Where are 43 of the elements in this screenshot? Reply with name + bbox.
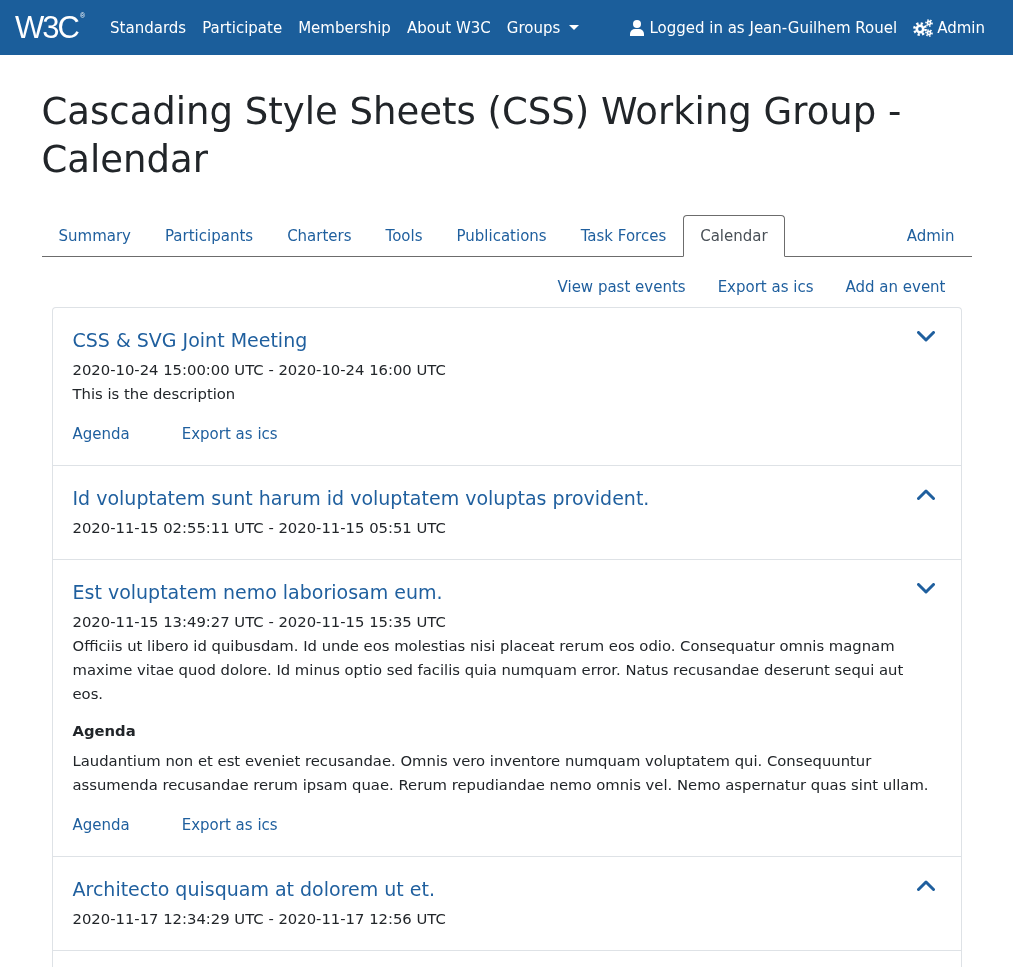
event-link[interactable]: Export as ics bbox=[181, 813, 278, 837]
tab[interactable]: Tools bbox=[368, 215, 440, 257]
tab[interactable]: Summary bbox=[41, 215, 148, 257]
user-link[interactable]: Logged in as Jean-Guilhem Rouel bbox=[622, 7, 906, 48]
chevron-up-icon[interactable] bbox=[916, 489, 935, 500]
event-time: 2020-11-17 12:34:29 UTC - 2020-11-17 12:56 UTC bbox=[72, 909, 447, 929]
nav-link[interactable]: Standards bbox=[102, 7, 195, 48]
chevron-down-icon[interactable] bbox=[916, 331, 935, 342]
event-link[interactable]: Agenda bbox=[72, 422, 130, 446]
nav-link[interactable]: Membership bbox=[290, 7, 399, 48]
event-time: 2020-10-24 15:00:00 UTC - 2020-10-24 16:00 UTC bbox=[72, 360, 447, 380]
event-title-link[interactable]: Architecto quisquam at dolorem ut et. bbox=[72, 877, 435, 901]
event-description: Officiis ut libero id quibusdam. Id unde eos molestias nisi placeat rerum eos odio. Consequatur omnis magnam maxime vitae quod dolore. Id minus optio sed facilis quia numquam error. Natus recusandae deserunt sequi aut eos. bbox=[72, 636, 905, 704]
event-description: This is the description bbox=[72, 384, 237, 404]
tab[interactable]: Task Forces bbox=[563, 215, 684, 257]
event-time: 2020-11-15 02:55:11 UTC - 2020-11-15 05:51 UTC bbox=[72, 518, 447, 538]
logo[interactable]: W3C$^{®}$ bbox=[15, 10, 86, 45]
tab[interactable]: Admin bbox=[889, 215, 972, 257]
event-title-link[interactable]: CSS & SVG Joint Meeting bbox=[72, 328, 308, 352]
event-time: 2020-11-15 13:49:27 UTC - 2020-11-15 15:35 UTC bbox=[72, 612, 447, 632]
event-link[interactable]: Export as ics bbox=[181, 422, 278, 446]
chevron-down-icon[interactable] bbox=[916, 583, 935, 594]
agenda-heading: Agenda bbox=[72, 721, 137, 741]
action-link[interactable]: View past events bbox=[541, 267, 702, 307]
event-link[interactable]: Agenda bbox=[72, 813, 130, 837]
user-icon bbox=[630, 19, 645, 36]
tab[interactable]: Calendar bbox=[683, 215, 785, 257]
tab[interactable]: Publications bbox=[439, 215, 564, 257]
event-title-link[interactable]: Id voluptatem sunt harum id voluptatem voluptas provident. bbox=[72, 486, 650, 510]
tab[interactable]: Participants bbox=[148, 215, 271, 257]
action-link[interactable]: Export as ics bbox=[701, 267, 830, 307]
caret-icon bbox=[569, 25, 580, 30]
tab[interactable]: Charters bbox=[270, 215, 369, 257]
chevron-up-icon[interactable] bbox=[916, 880, 935, 891]
agenda-text: Laudantium non et est eveniet recusandae. Omnis vero inventore numquam voluptatem qui. Consequuntur assumenda recusandae rerum ipsam quae. Rerum repudiandae nemo omnis vel. Nemo aspernatur quas sint ullam. bbox=[72, 751, 930, 795]
admin-link[interactable]: Admin bbox=[905, 7, 993, 48]
gears-icon bbox=[913, 18, 934, 37]
event-title-link[interactable]: Est voluptatem nemo laboriosam eum. bbox=[72, 580, 443, 604]
nav-link[interactable]: Participate bbox=[194, 7, 291, 48]
nav-link[interactable]: About W3C bbox=[398, 7, 499, 48]
page-title: Cascading Style Sheets (CSS) Working Group - Calendar bbox=[41, 89, 903, 183]
nav-link[interactable]: Groups bbox=[498, 7, 588, 48]
action-link[interactable]: Add an event bbox=[829, 267, 962, 307]
